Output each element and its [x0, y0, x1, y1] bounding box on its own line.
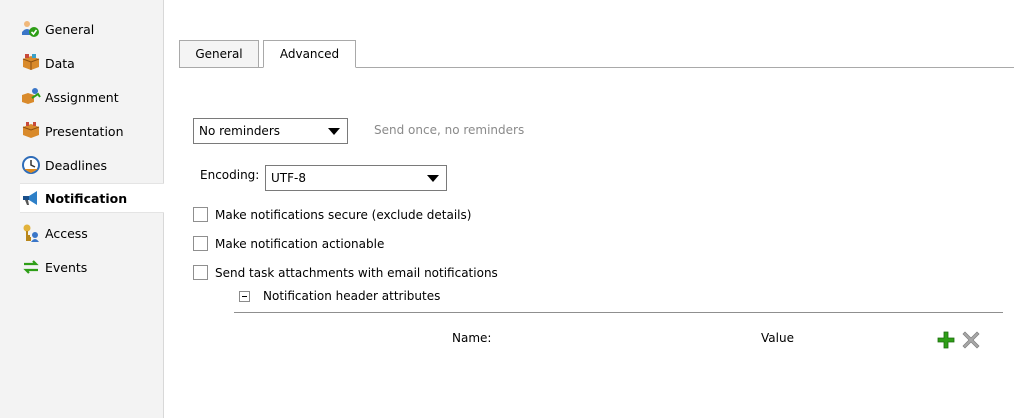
- tab-label: Advanced: [279, 47, 340, 61]
- sidebar-item-assignment[interactable]: Assignment: [20, 82, 164, 112]
- sidebar-item-presentation[interactable]: Presentation: [20, 116, 164, 146]
- encoding-selected-value: UTF-8: [271, 171, 306, 185]
- sidebar-item-label: Events: [45, 259, 88, 275]
- sidebar-item-label: Presentation: [45, 123, 124, 139]
- people-check-icon: [21, 19, 41, 39]
- sidebar-item-general[interactable]: General: [20, 14, 164, 44]
- send-attachments-checkbox-row[interactable]: Send task attachments with email notific…: [193, 265, 498, 280]
- reminders-hint: Send once, no reminders: [374, 123, 525, 137]
- value-column-header: Value: [761, 331, 794, 345]
- encoding-select[interactable]: UTF-8: [265, 165, 447, 191]
- send-attachments-checkbox[interactable]: [193, 265, 208, 280]
- tab-general[interactable]: General: [179, 40, 259, 68]
- reminders-select[interactable]: No reminders: [193, 118, 348, 144]
- secure-notifications-checkbox[interactable]: [193, 207, 208, 222]
- sidebar-item-notification[interactable]: Notification: [20, 183, 164, 213]
- actionable-notification-checkbox[interactable]: [193, 236, 208, 251]
- chevron-down-icon: [328, 128, 340, 135]
- key-user-icon: [21, 223, 41, 243]
- sidebar-item-deadlines[interactable]: Deadlines: [20, 150, 164, 180]
- events-arrows-icon: [21, 257, 41, 277]
- chevron-down-icon: [427, 175, 439, 182]
- header-attributes-section-label: Notification header attributes: [263, 289, 441, 303]
- sidebar-item-label: General: [45, 21, 95, 37]
- encoding-label: Encoding:: [200, 168, 260, 182]
- delete-x-icon: [962, 331, 980, 349]
- sidebar-item-label: Notification: [45, 190, 128, 206]
- reminders-selected-value: No reminders: [199, 124, 280, 138]
- collapse-minus-icon[interactable]: [239, 290, 250, 302]
- sidebar-item-label: Data: [45, 55, 75, 71]
- sidebar-item-events[interactable]: Events: [20, 252, 164, 282]
- delete-attribute-button[interactable]: [962, 331, 980, 349]
- sidebar: General Data Assignment Presentation Dea…: [0, 0, 164, 418]
- sidebar-item-data[interactable]: Data: [20, 48, 164, 78]
- secure-notifications-checkbox-row[interactable]: Make notifications secure (exclude detai…: [193, 207, 471, 222]
- header-attributes-section-header: Notification header attributes: [239, 289, 440, 303]
- clock-icon: [21, 155, 41, 175]
- presentation-box-icon: [21, 121, 41, 141]
- plus-icon: [937, 331, 955, 349]
- checkbox-label: Send task attachments with email notific…: [215, 265, 498, 280]
- section-divider: [234, 312, 1003, 313]
- actionable-notification-checkbox-row[interactable]: Make notification actionable: [193, 236, 384, 251]
- tab-advanced[interactable]: Advanced: [263, 40, 356, 68]
- sidebar-item-access[interactable]: Access: [20, 218, 164, 248]
- megaphone-icon: [21, 188, 41, 208]
- checkbox-label: Make notification actionable: [215, 236, 385, 251]
- sidebar-item-label: Assignment: [45, 89, 119, 105]
- sidebar-item-label: Access: [45, 225, 88, 241]
- add-attribute-button[interactable]: [937, 331, 955, 349]
- name-column-header: Name:: [452, 331, 492, 345]
- checkbox-label: Make notifications secure (exclude detai…: [215, 207, 472, 222]
- tab-label: General: [195, 47, 243, 61]
- assignment-icon: [21, 87, 41, 107]
- data-box-icon: [21, 53, 41, 73]
- sidebar-item-label: Deadlines: [45, 157, 107, 173]
